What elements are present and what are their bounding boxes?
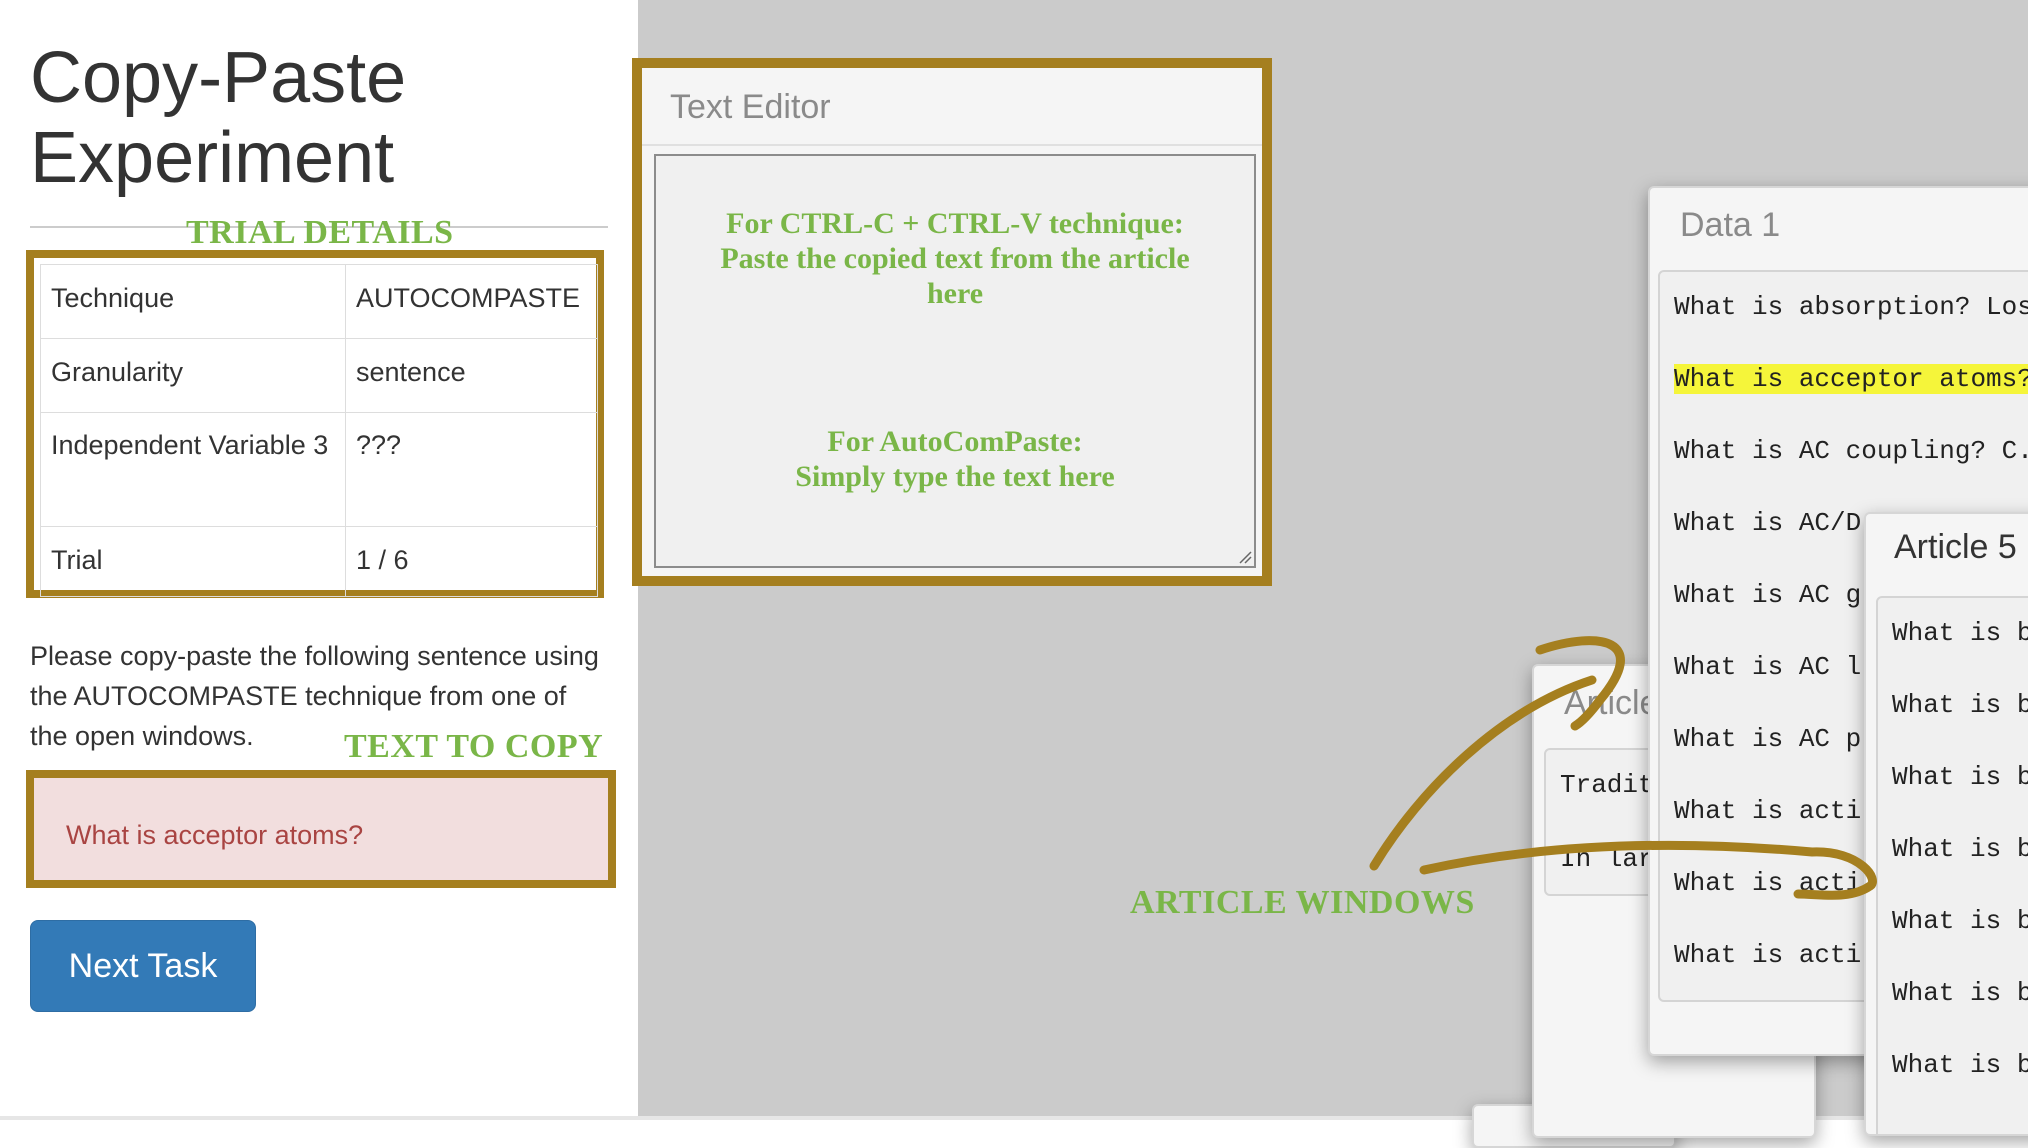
article-line: What is b	[1892, 762, 2028, 792]
article-line: In lar	[1560, 844, 1654, 874]
page-title: Copy-Paste Experiment	[30, 38, 407, 198]
article-line: Tradit	[1560, 770, 1654, 800]
row-value: AUTOCOMPASTE	[345, 264, 598, 339]
data-line: What is AC p	[1674, 724, 1862, 754]
experiment-panel: Copy-Paste Experiment Technique AUTOCOMP…	[0, 0, 638, 1120]
target-text: What is acceptor atoms?	[66, 820, 364, 850]
row-value: 1 / 6	[345, 526, 598, 597]
next-task-button[interactable]: Next Task	[30, 920, 256, 1012]
highlighted-data-line: What is acceptor atoms?	[1674, 364, 2028, 394]
table-row: Technique AUTOCOMPASTE	[40, 264, 598, 339]
text-to-copy-box: What is acceptor atoms?	[26, 770, 616, 888]
table-row: Independent Variable 3 ???	[40, 412, 598, 527]
article-line: What is b	[1892, 978, 2028, 1008]
article-line: What is b	[1892, 618, 2028, 648]
ctrl-instruction-line: here	[926, 277, 984, 310]
data-line: What is AC l	[1674, 652, 1862, 682]
window-title: Data 1	[1680, 206, 1781, 244]
data-line: What is acti	[1674, 796, 1862, 826]
row-value: sentence	[345, 338, 598, 413]
text-to-copy-annotation: TEXT TO COPY	[344, 728, 604, 765]
data-line: What is acti	[1674, 940, 1862, 970]
table-row: Trial 1 / 6	[40, 526, 598, 597]
article-line: What is b	[1892, 834, 2028, 864]
article-line: What is b	[1892, 690, 2028, 720]
row-value: ???	[345, 412, 598, 527]
data-line: What is absorption? Los	[1674, 292, 2028, 322]
text-editor-input[interactable]: For CTRL-C + CTRL-V technique: Paste the…	[654, 154, 1256, 568]
window-title: Article	[1564, 684, 1659, 722]
resize-grip-icon[interactable]	[1238, 550, 1252, 564]
article-line: What is b	[1892, 906, 2028, 936]
table-row: Granularity sentence	[40, 338, 598, 413]
row-key: Independent Variable 3	[40, 412, 346, 527]
article-windows-annotation: ARTICLE WINDOWS	[1130, 884, 1475, 921]
window-title: Text Editor	[670, 88, 831, 126]
window-content[interactable]: What is b What is b What is b What is b …	[1876, 596, 2028, 1134]
data-line: What is AC coupling? C.	[1674, 436, 2028, 466]
ctrl-instruction-line: Paste the copied text from the article	[720, 242, 1190, 275]
autocompaste-instruction-line: For AutoComPaste:	[827, 425, 1083, 458]
trial-details-table: Technique AUTOCOMPASTE Granularity sente…	[40, 264, 598, 597]
text-editor-window[interactable]: Text Editor For CTRL-C + CTRL-V techniqu…	[632, 58, 1272, 586]
article-line: What is b	[1892, 1050, 2028, 1080]
editor-divider	[642, 144, 1262, 146]
autocompaste-instruction-line: Simply type the text here	[795, 460, 1115, 493]
data-line: What is AC g	[1674, 580, 1862, 610]
trial-details-annotation: TRIAL DETAILS	[186, 214, 454, 251]
data-line: What is acti	[1674, 868, 1862, 898]
row-key: Trial	[40, 526, 346, 597]
article-5-window[interactable]: Article 5 What is b What is b What is b …	[1864, 512, 2028, 1136]
data-line: What is AC/D	[1674, 508, 1862, 538]
row-key: Technique	[40, 264, 346, 339]
trial-details-frame: Technique AUTOCOMPASTE Granularity sente…	[26, 250, 604, 598]
ctrl-instruction-line: For CTRL-C + CTRL-V technique:	[726, 207, 1184, 240]
window-title: Article 5	[1894, 528, 2017, 566]
row-key: Granularity	[40, 338, 346, 413]
